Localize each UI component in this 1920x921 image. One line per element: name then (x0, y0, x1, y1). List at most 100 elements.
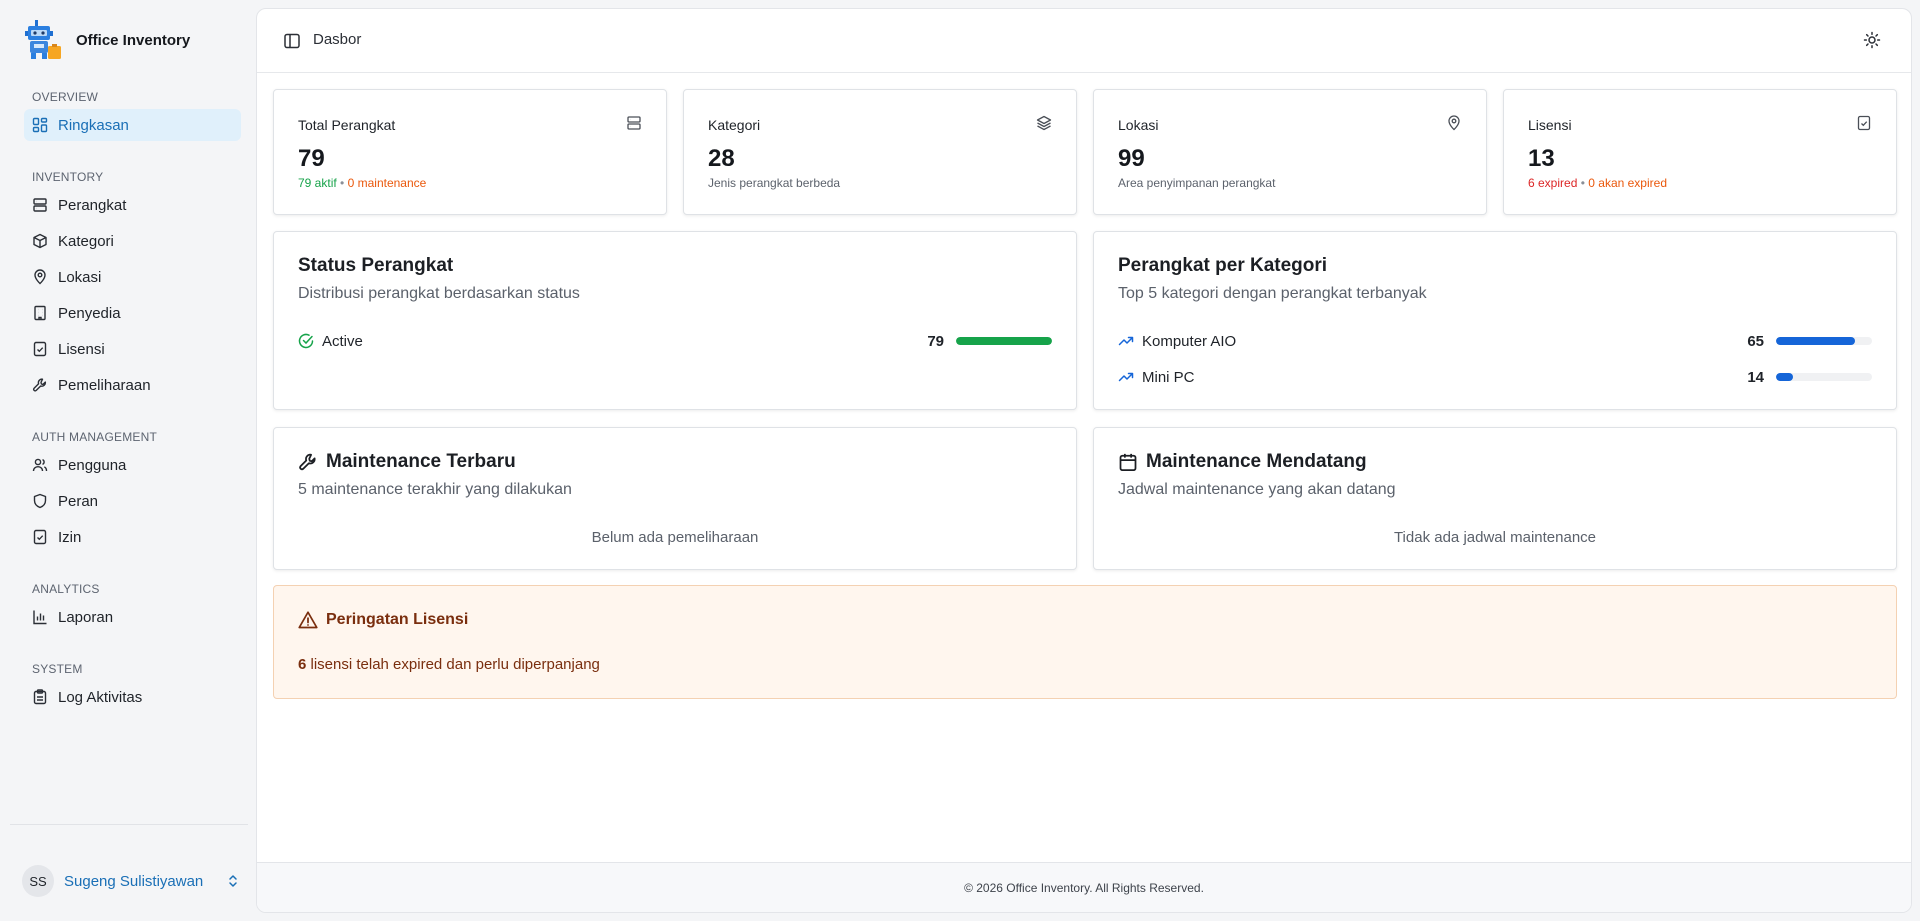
sidebar-item-label: Lisensi (58, 340, 105, 358)
category-row: Mini PC 14 (1118, 367, 1872, 387)
trending-up-icon (1118, 336, 1134, 346)
user-menu[interactable]: SS Sugeng Sulistiyawan (22, 865, 241, 897)
chevrons-up-down-icon (229, 875, 238, 887)
calendar-icon (1119, 453, 1137, 471)
category-label: Komputer AIO (1142, 332, 1237, 350)
check-circle-icon (298, 333, 314, 349)
sidebar-item-ringkasan[interactable]: Ringkasan (24, 109, 241, 141)
panel-subtitle: Distribusi perangkat berdasarkan status (298, 285, 580, 302)
sidebar-item-label: Log Aktivitas (58, 688, 143, 706)
sidebar-item-perangkat[interactable]: Perangkat (24, 189, 241, 221)
map-pin-icon (34, 269, 46, 285)
sidebar-item-label: Pemeliharaan (58, 376, 151, 394)
map-pin-icon (1448, 115, 1460, 131)
category-row: Komputer AIO 65 (1118, 331, 1872, 351)
layers-icon (1036, 115, 1052, 131)
nav-section-auth: AUTH MANAGEMENT Pengguna Peran Izin (24, 429, 241, 553)
sidebar-item-label: Perangkat (58, 196, 127, 214)
sidebar-item-label: Laporan (58, 608, 114, 626)
sidebar-item-pemeliharaan[interactable]: Pemeliharaan (24, 369, 241, 401)
main-panel: Dasbor Total Perangkat 79 79 aktif • 0 m… (256, 8, 1912, 913)
sidebar-item-label: Lokasi (58, 268, 102, 286)
sidebar-item-pengguna[interactable]: Pengguna (24, 449, 241, 481)
progress-track (1776, 337, 1872, 345)
breadcrumb: Dasbor (313, 31, 362, 48)
sidebar-item-log-aktivitas[interactable]: Log Aktivitas (24, 681, 241, 713)
panel-title: Maintenance Mendatang (1118, 451, 1367, 473)
recent-maintenance-panel: Maintenance Terbaru 5 maintenance terakh… (273, 427, 1077, 570)
sidebar-item-label: Kategori (58, 232, 114, 250)
active-count: 79 aktif (298, 176, 337, 190)
panel-subtitle: Top 5 kategori dengan perangkat terbanya… (1118, 285, 1427, 302)
progress-fill (956, 337, 1052, 345)
sidebar: Office Inventory OVERVIEW Ringkasan INVE… (0, 0, 255, 921)
stat-title: Lokasi (1118, 117, 1159, 133)
stat-card-categories: Kategori 28 Jenis perangkat berbeda (683, 89, 1077, 215)
nav-heading-inventory: INVENTORY (32, 170, 104, 184)
license-alert: Peringatan Lisensi 6 lisensi telah expir… (273, 585, 1897, 699)
package-icon (33, 233, 47, 249)
nav-heading-auth: AUTH MANAGEMENT (32, 430, 158, 444)
trending-up-icon (1118, 372, 1134, 382)
stat-value: 28 (708, 145, 735, 172)
nav-section-inventory: INVENTORY Perangkat Kategori Lokasi Peny… (24, 169, 241, 401)
sidebar-item-kategori[interactable]: Kategori (24, 225, 241, 257)
progress-fill (1776, 337, 1855, 345)
alert-title-text: Peringatan Lisensi (326, 611, 469, 628)
sidebar-item-label: Izin (58, 528, 82, 546)
bar-chart-icon (33, 610, 47, 625)
panel-title-text: Maintenance Mendatang (1146, 451, 1367, 472)
upcoming-maintenance-panel: Maintenance Mendatang Jadwal maintenance… (1093, 427, 1897, 570)
empty-state: Tidak ada jadwal maintenance (1393, 529, 1597, 546)
wrench-icon (33, 378, 47, 392)
stat-sub: 79 aktif • 0 maintenance (298, 176, 426, 190)
stat-value: 13 (1528, 145, 1555, 172)
nav-heading-overview: OVERVIEW (32, 90, 99, 104)
file-check-icon (33, 529, 47, 545)
sidebar-item-label: Peran (58, 492, 99, 510)
wrench-icon (299, 453, 316, 471)
maintenance-count: 0 maintenance (347, 176, 427, 190)
category-count: 65 (1747, 332, 1764, 350)
avatar: SS (22, 865, 54, 897)
nav-section-overview: OVERVIEW Ringkasan (24, 89, 241, 141)
stat-title: Total Perangkat (298, 117, 396, 133)
panel-subtitle: Jadwal maintenance yang akan datang (1118, 481, 1396, 498)
clipboard-icon (33, 689, 47, 705)
sidebar-item-izin[interactable]: Izin (24, 521, 241, 553)
file-check-icon (1857, 115, 1871, 131)
sidebar-item-label: Penyedia (58, 304, 121, 322)
alert-message: lisensi telah expired dan perlu diperpan… (306, 656, 600, 673)
sidebar-item-peran[interactable]: Peran (24, 485, 241, 517)
stat-title: Lisensi (1528, 117, 1572, 133)
sidebar-item-label: Pengguna (58, 456, 127, 474)
brand[interactable]: Office Inventory (24, 20, 190, 60)
footer: © 2026 Office Inventory. All Rights Rese… (257, 862, 1911, 912)
alert-body: 6 lisensi telah expired dan perlu diperp… (298, 656, 600, 673)
topbar: Dasbor (257, 9, 1911, 73)
stat-card-locations: Lokasi 99 Area penyimpanan perangkat (1093, 89, 1487, 215)
sidebar-item-lokasi[interactable]: Lokasi (24, 261, 241, 293)
server-icon (627, 116, 641, 130)
sidebar-toggle-icon[interactable] (283, 32, 301, 50)
sidebar-divider (10, 824, 248, 825)
sun-icon[interactable] (1863, 31, 1881, 49)
app-name: Office Inventory (76, 31, 191, 49)
dashboard-icon (32, 117, 48, 133)
sidebar-item-penyedia[interactable]: Penyedia (24, 297, 241, 329)
status-row: Active 79 (298, 331, 1052, 351)
panel-title: Perangkat per Kategori (1118, 255, 1328, 276)
progress-track (956, 337, 1052, 345)
sidebar-item-lisensi[interactable]: Lisensi (24, 333, 241, 365)
file-check-icon (33, 341, 47, 357)
expiring-count: 0 akan expired (1588, 176, 1667, 190)
sidebar-item-laporan[interactable]: Laporan (24, 601, 241, 633)
warning-triangle-icon (298, 611, 318, 629)
stat-sub: Jenis perangkat berbeda (708, 176, 841, 190)
progress-track (1776, 373, 1872, 381)
category-label: Mini PC (1142, 368, 1195, 386)
panel-title-text: Maintenance Terbaru (326, 451, 516, 472)
panel-title: Status Perangkat (298, 255, 454, 276)
status-label: Active (322, 332, 363, 350)
stat-title: Kategori (708, 117, 761, 133)
